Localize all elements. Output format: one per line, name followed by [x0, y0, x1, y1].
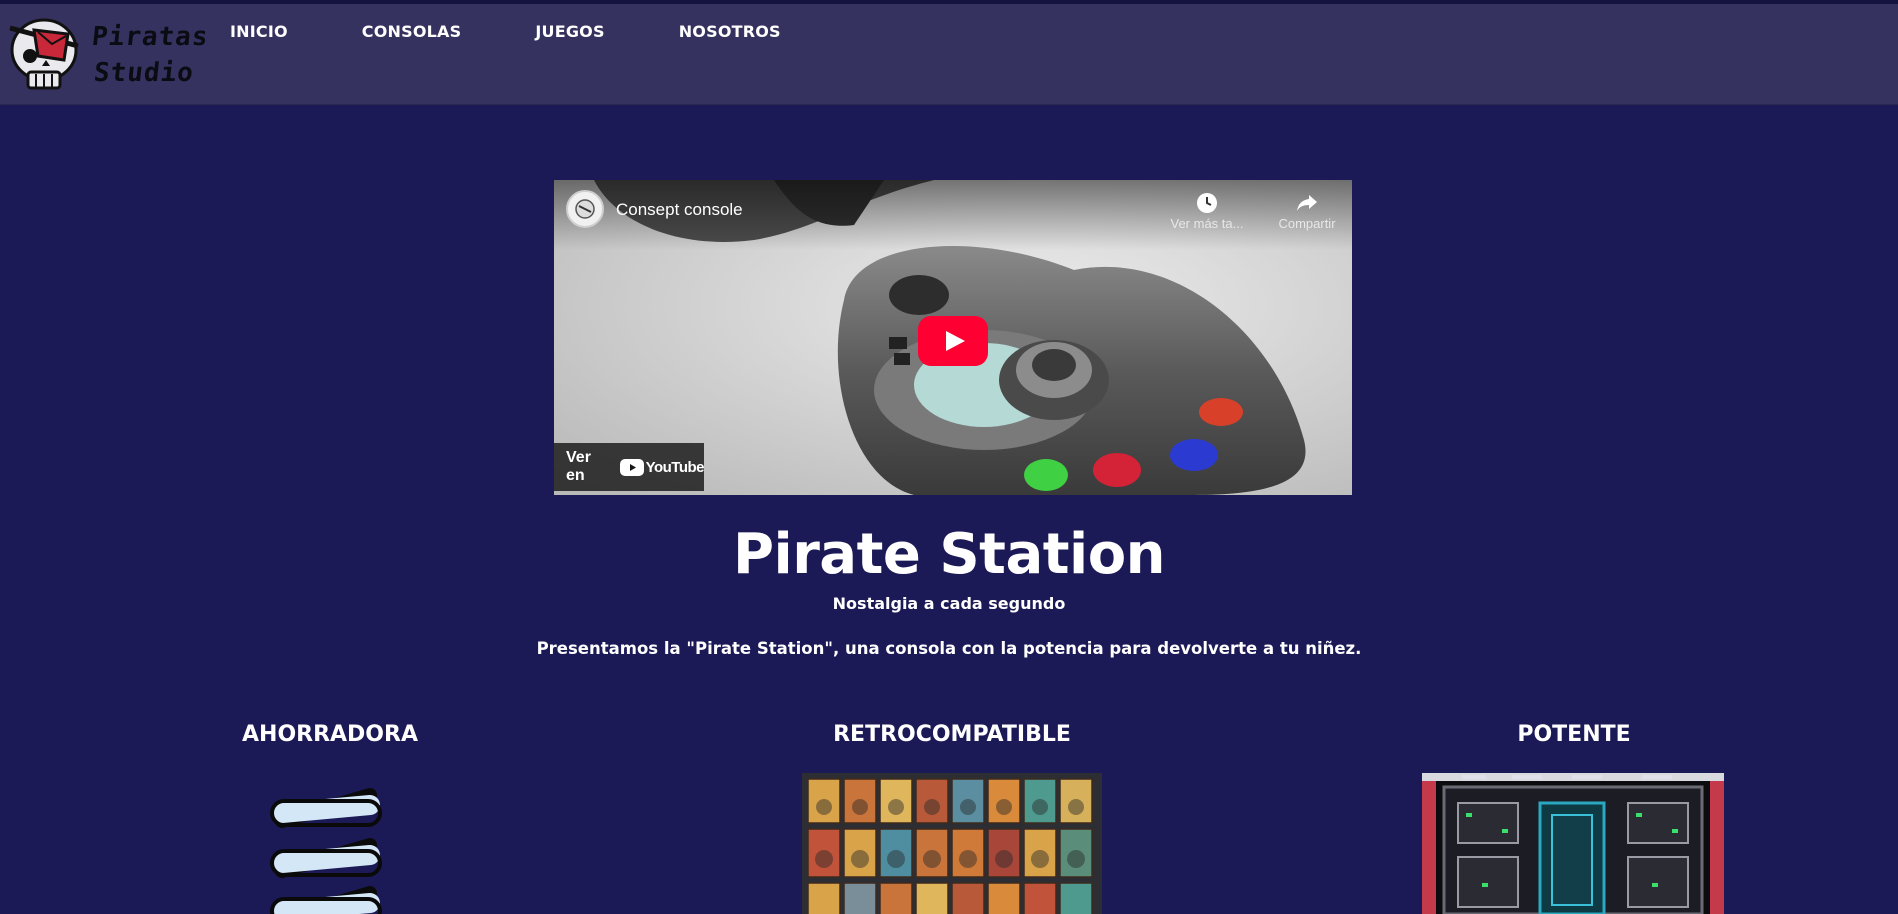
feature-title-retrocompatible: RETROCOMPATIBLE: [833, 722, 1071, 747]
youtube-icon: [619, 458, 644, 476]
main-nav: INICIO CONSOLAS JUEGOS NOSOTROS: [230, 22, 855, 41]
feature-image-retro-games: [802, 773, 1102, 914]
feature-image-spring: [262, 773, 398, 914]
intro-text: Presentamos la "Pirate Station", una con…: [536, 639, 1362, 658]
page-title: Pirate Station: [732, 522, 1166, 587]
feature-image-hardware: [1422, 773, 1724, 914]
nav-link-inicio[interactable]: INICIO: [230, 22, 288, 41]
logo-text-line1: Piratas: [90, 22, 211, 52]
retro-games-grid-icon: [802, 773, 1102, 914]
site-logo[interactable]: Piratas Studio: [8, 14, 210, 100]
skull-logo-icon: [9, 18, 79, 90]
channel-avatar[interactable]: [566, 190, 604, 228]
nav-link-nosotros[interactable]: NOSOTROS: [679, 22, 781, 41]
watch-later-label: Ver más ta...: [1170, 216, 1244, 231]
nav-link-consolas[interactable]: CONSOLAS: [362, 22, 462, 41]
share-button[interactable]: Compartir: [1262, 192, 1352, 231]
youtube-label: YouTube: [645, 458, 705, 476]
spring-icon: [270, 788, 382, 914]
watch-on-youtube-button[interactable]: Ver en YouTube: [554, 443, 705, 491]
clock-icon: [1197, 193, 1217, 213]
feature-title-potente: POTENTE: [1517, 722, 1631, 747]
play-button[interactable]: [918, 316, 988, 366]
share-arrow-icon: [1297, 195, 1317, 211]
site-header: Piratas Studio INICIO CONSOLAS JUEGOS NO…: [0, 4, 1898, 105]
play-icon: [918, 316, 988, 366]
video-title[interactable]: Consept console: [616, 200, 743, 220]
feature-title-ahorradora: AHORRADORA: [242, 722, 418, 747]
channel-logo-icon: [575, 199, 595, 219]
hardware-circuit-icon: [1422, 773, 1724, 914]
watch-later-button[interactable]: Ver más ta...: [1162, 192, 1252, 231]
youtube-video-embed[interactable]: Consept console Ver más ta... Compartir …: [554, 180, 1352, 495]
nav-link-juegos[interactable]: JUEGOS: [535, 22, 604, 41]
watch-on-label: Ver en: [566, 449, 591, 484]
share-label: Compartir: [1278, 216, 1336, 231]
page-subtitle: Nostalgia a cada segundo: [832, 594, 1066, 613]
logo-text-line2: Studio: [92, 58, 196, 88]
youtube-wordmark: YouTube: [619, 458, 705, 476]
